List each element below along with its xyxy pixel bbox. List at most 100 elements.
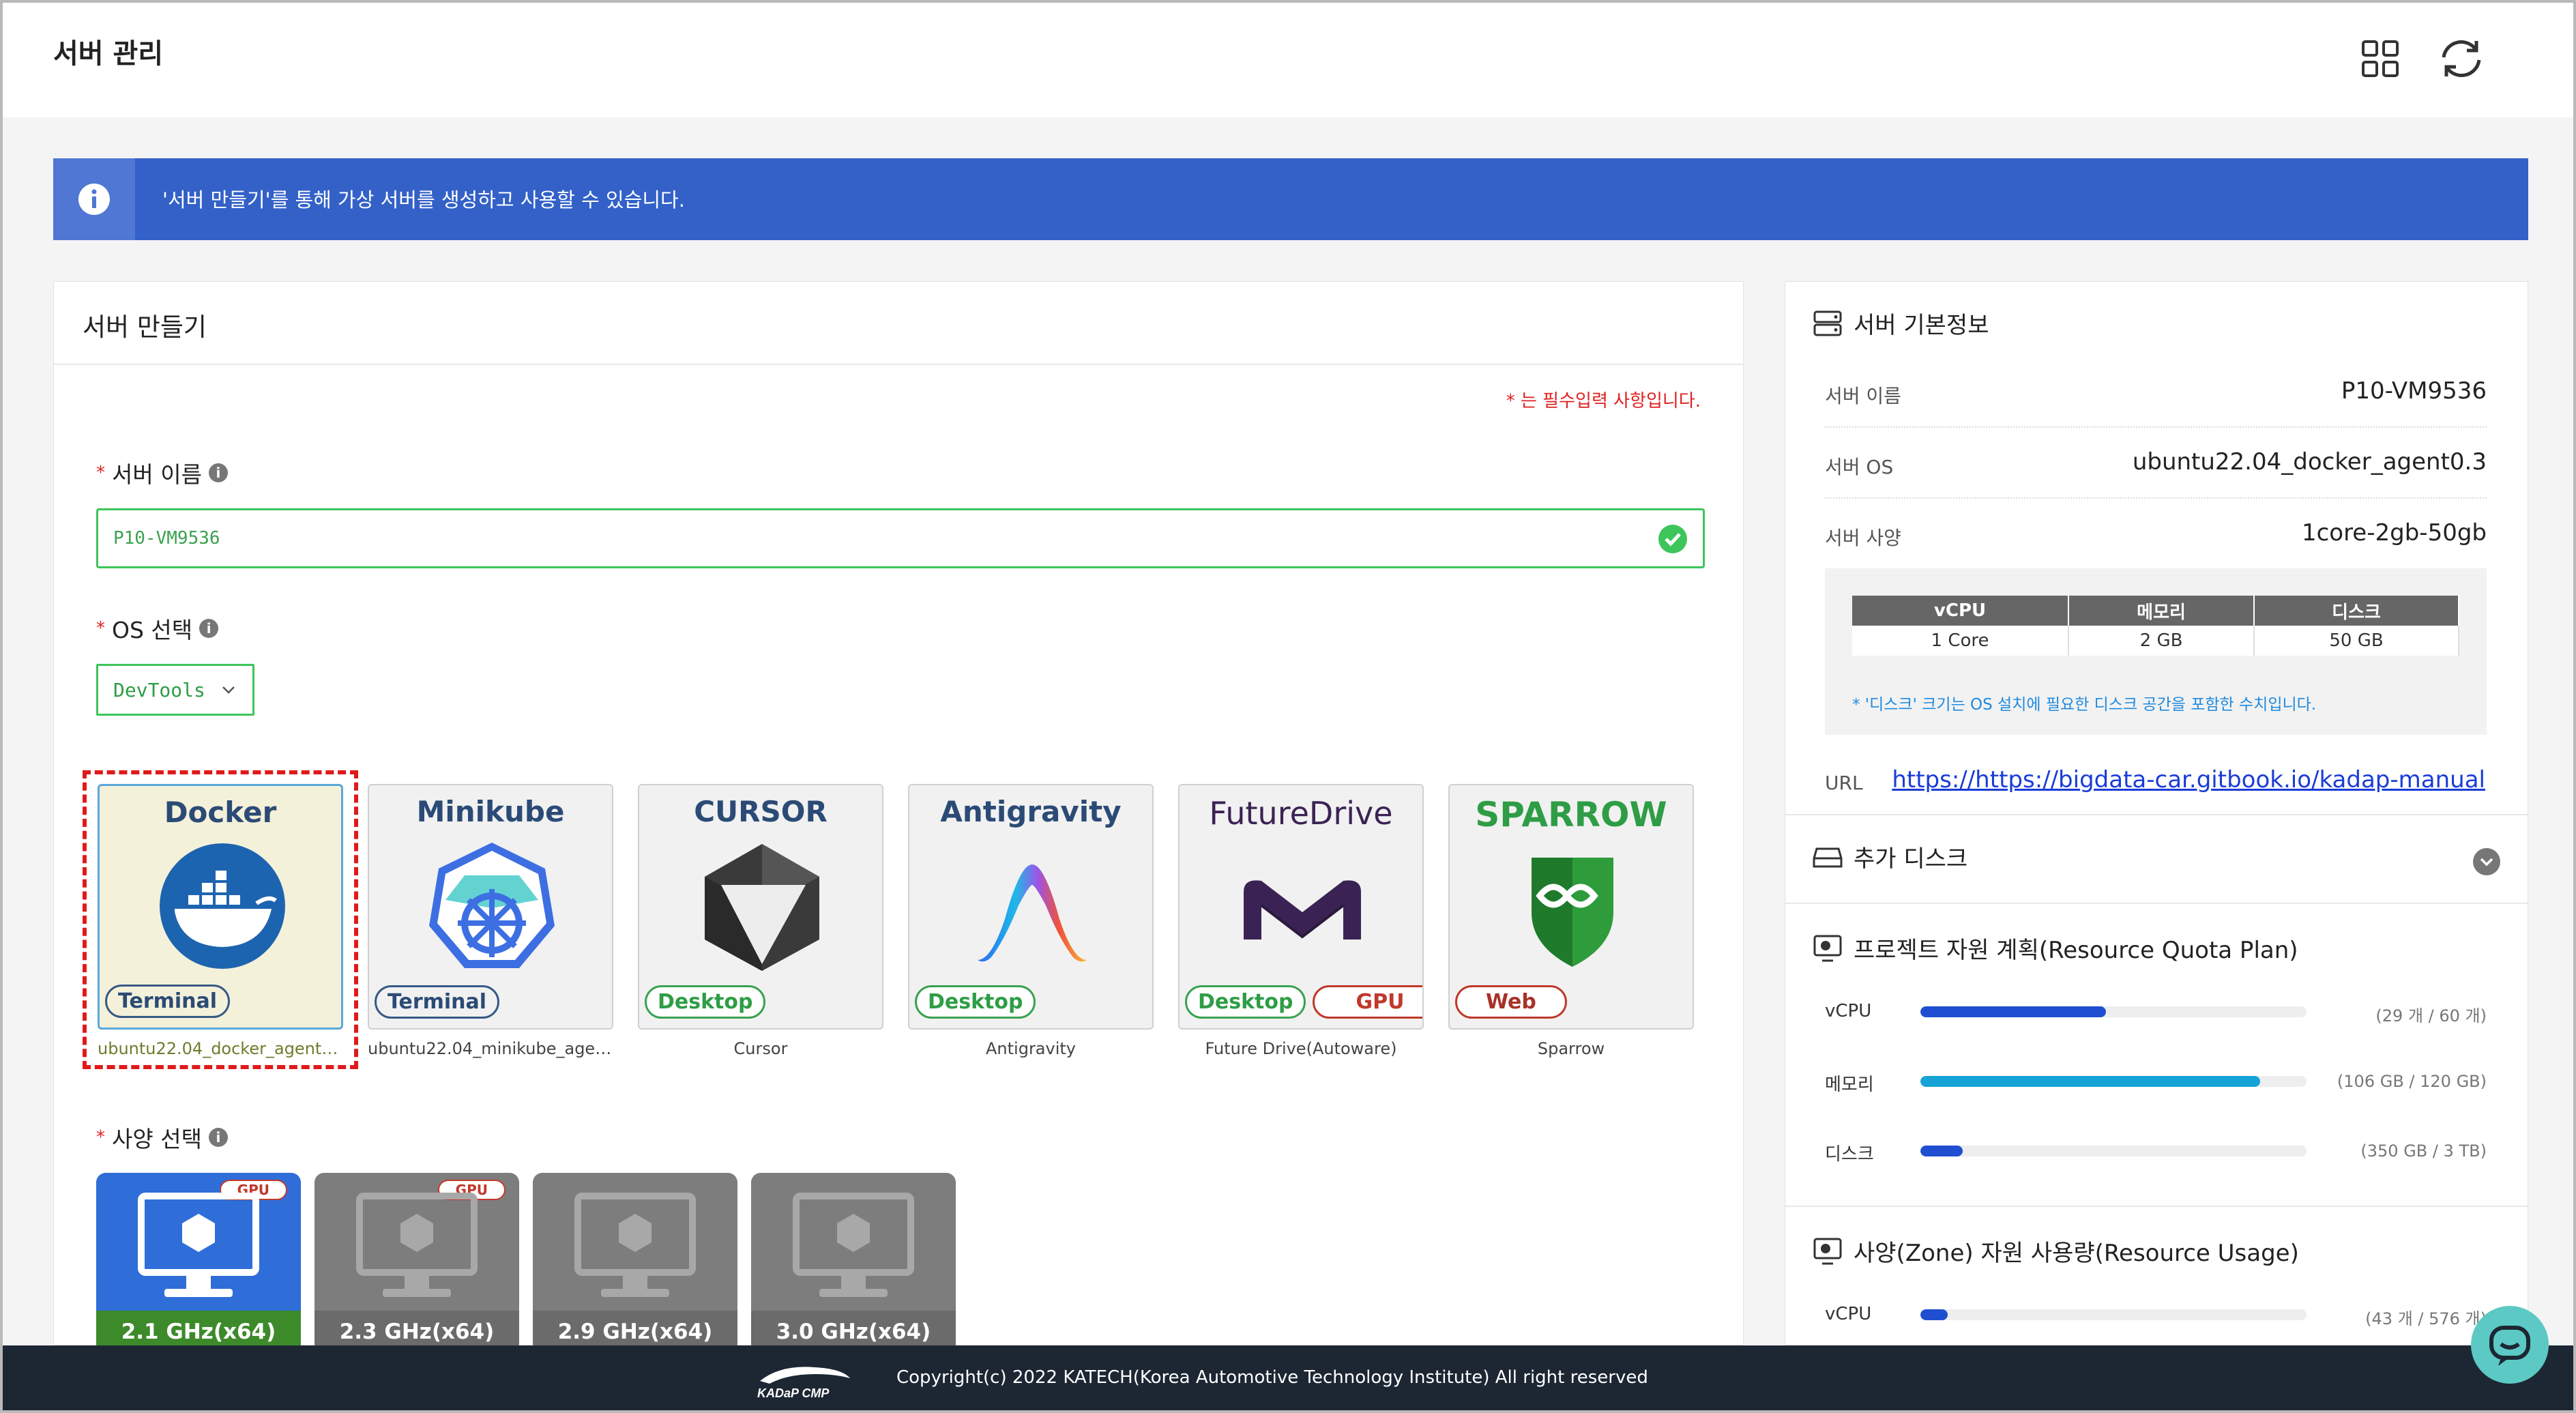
- os-select-label-text: OS 선택: [112, 617, 193, 643]
- monitor-icon: [574, 1193, 696, 1297]
- progress-fill: [1920, 1309, 1948, 1320]
- disk-icon: [1813, 847, 1843, 867]
- os-card-cursor[interactable]: CURSOR Desktop: [638, 784, 883, 1030]
- quota-title: 프로젝트 자원 계획(Resource Quota Plan): [1813, 931, 2298, 965]
- footer: KADaP CMP Copyright(c) 2022 KATECH(Korea…: [3, 1345, 2573, 1410]
- futuredrive-logo: [1244, 880, 1361, 939]
- table-cell: 1 Core: [1852, 626, 2070, 656]
- disk-note: * '디스크' 크기는 OS 설치에 필요한 디스크 공간을 포함한 수치입니다…: [1852, 696, 2317, 714]
- progress-track: [1920, 1309, 2307, 1320]
- os-name: SPARROW: [1475, 795, 1667, 834]
- os-card-antigravity[interactable]: Antigravity Desktop: [908, 784, 1154, 1030]
- progress-fill: [1920, 1146, 1963, 1156]
- info-panel: 서버 기본정보 서버 이름 P10-VM9536 서버 OS ubuntu22.…: [1785, 281, 2528, 1345]
- resource-key: vCPU: [1825, 1304, 1872, 1324]
- resource-value: (106 GB / 120 GB): [2337, 1072, 2487, 1091]
- refresh-icon[interactable]: [2437, 37, 2486, 81]
- spec-card-3-0ghz[interactable]: 3.0 GHz(x64): [751, 1173, 956, 1353]
- info-value: P10-VM9536: [2341, 377, 2487, 405]
- top-bar: 서버 관리: [3, 3, 2573, 117]
- extra-disk-title-text: 추가 디스크: [1854, 845, 1968, 873]
- table-cell: 50 GB: [2254, 626, 2459, 656]
- info-row-name: 서버 이름 P10-VM9536: [1825, 357, 2487, 428]
- progress-fill: [1920, 1076, 2261, 1087]
- os-caption: Sparrow: [1537, 1039, 1605, 1058]
- resource-value: (29 개 / 60 개): [2375, 1006, 2487, 1025]
- spec-card-2-9ghz[interactable]: 2.9 GHz(x64): [533, 1173, 737, 1353]
- os-category-value: DevTools: [113, 678, 205, 701]
- usage-title: 사양(Zone) 자원 사용량(Resource Usage): [1813, 1234, 2299, 1268]
- kadap-logo: KADaP CMP: [757, 1367, 850, 1400]
- os-name: Minikube: [416, 795, 565, 828]
- spec-card-2-3ghz[interactable]: GPU 2.3 GHz(x64): [314, 1173, 519, 1353]
- os-caption: Future Drive(Autoware): [1205, 1039, 1397, 1058]
- os-caption: ubuntu22.04_minikube_agent…: [368, 1039, 613, 1058]
- minikube-logo: [429, 843, 555, 968]
- chat-icon[interactable]: [2471, 1306, 2549, 1384]
- os-name: FutureDrive: [1209, 795, 1393, 832]
- monitor-icon: [356, 1193, 478, 1297]
- os-caption: ubuntu22.04_docker_agent0.3: [98, 1039, 343, 1058]
- gpu-tag: GPU: [1313, 985, 1422, 1019]
- required-mark: *: [96, 463, 105, 483]
- os-name: Antigravity: [940, 795, 1122, 828]
- copyright-text: Copyright(c) 2022 KATECH(Korea Automotiv…: [896, 1367, 1648, 1388]
- resource-value: (350 GB / 3 TB): [2360, 1141, 2487, 1161]
- info-icon[interactable]: i: [208, 463, 228, 482]
- progress-track: [1920, 1076, 2307, 1087]
- os-card-futuredrive[interactable]: FutureDrive Desktop GPU: [1178, 784, 1424, 1030]
- card-header: 서버 만들기: [54, 282, 1743, 365]
- info-icon[interactable]: i: [208, 1128, 228, 1147]
- progress-track: [1920, 1006, 2307, 1017]
- grid-icon[interactable]: [2361, 40, 2399, 78]
- info-key: 서버 이름: [1825, 385, 1901, 407]
- docker-logo: [160, 843, 285, 969]
- desktop-tag: Desktop: [1185, 985, 1306, 1019]
- resource-key: vCPU: [1825, 1001, 1872, 1021]
- extra-disk-title[interactable]: 추가 디스크: [1813, 840, 1967, 873]
- os-card-minikube[interactable]: Minikube Terminal: [368, 784, 613, 1030]
- info-row-spec: 서버 사양 1core-2gb-50gb: [1825, 499, 2487, 570]
- os-card-docker[interactable]: Docker Terminal: [98, 784, 343, 1030]
- app-window: 서버 관리 '서버 만들기'를 통해 가상 서버를 생성하고 사용할 수 있습니…: [0, 0, 2576, 1413]
- check-icon: [1658, 525, 1687, 553]
- terminal-tag: Terminal: [105, 985, 231, 1018]
- spec-table: vCPU 메모리 디스크 1 Core 2 GB 50 GB: [1852, 596, 2459, 656]
- table-header: vCPU: [1852, 596, 2070, 626]
- resource-key: 메모리: [1825, 1075, 1874, 1095]
- usage-row-vcpu: vCPU (43 개 / 576 개): [1825, 1301, 2487, 1328]
- os-name: CURSOR: [694, 795, 828, 828]
- spec-select-label-text: 사양 선택: [112, 1126, 202, 1152]
- logo-text: KADaP CMP: [757, 1386, 830, 1400]
- chevron-down-icon[interactable]: [2473, 848, 2500, 875]
- monitor-chart-icon: [1813, 935, 1842, 961]
- os-name: Docker: [164, 796, 277, 829]
- os-caption: Cursor: [733, 1039, 788, 1058]
- desktop-tag: Desktop: [915, 985, 1036, 1019]
- table-header: 메모리: [2068, 596, 2255, 626]
- chevron-down-icon: [222, 686, 235, 694]
- page-title: 서버 관리: [53, 38, 164, 70]
- url-key: URL: [1825, 772, 1863, 794]
- info-icon[interactable]: i: [199, 619, 219, 638]
- divider: [1785, 903, 2528, 904]
- banner-text: '서버 만들기'를 통해 가상 서버를 생성하고 사용할 수 있습니다.: [162, 188, 685, 212]
- server-name-input[interactable]: P10-VM9536: [96, 508, 1705, 568]
- spec-card-2-1ghz[interactable]: GPU 2.1 GHz(x64): [96, 1173, 301, 1353]
- quota-row-vcpu: vCPU (29 개 / 60 개): [1825, 998, 2487, 1025]
- progress-fill: [1920, 1006, 2106, 1017]
- antigravity-logo: [978, 864, 1087, 962]
- table-header: 디스크: [2254, 596, 2459, 626]
- info-key: 서버 OS: [1825, 456, 1894, 478]
- table-cell: 2 GB: [2068, 626, 2255, 656]
- os-tags: Web: [1455, 985, 1567, 1019]
- info-icon: [53, 158, 135, 240]
- info-value: ubuntu22.04_docker_agent0.3: [2132, 448, 2487, 476]
- os-category-dropdown[interactable]: DevTools: [96, 664, 254, 716]
- sparrow-logo: [1532, 858, 1613, 967]
- os-card-sparrow[interactable]: SPARROW Web: [1448, 784, 1694, 1030]
- server-info-title: 서버 기본정보: [1813, 306, 1989, 340]
- desktop-tag: Desktop: [645, 985, 766, 1019]
- manual-link[interactable]: https://https://bigdata-car.gitbook.io/k…: [1892, 766, 2485, 793]
- spec-select-label: * 사양 선택 i: [96, 1121, 228, 1154]
